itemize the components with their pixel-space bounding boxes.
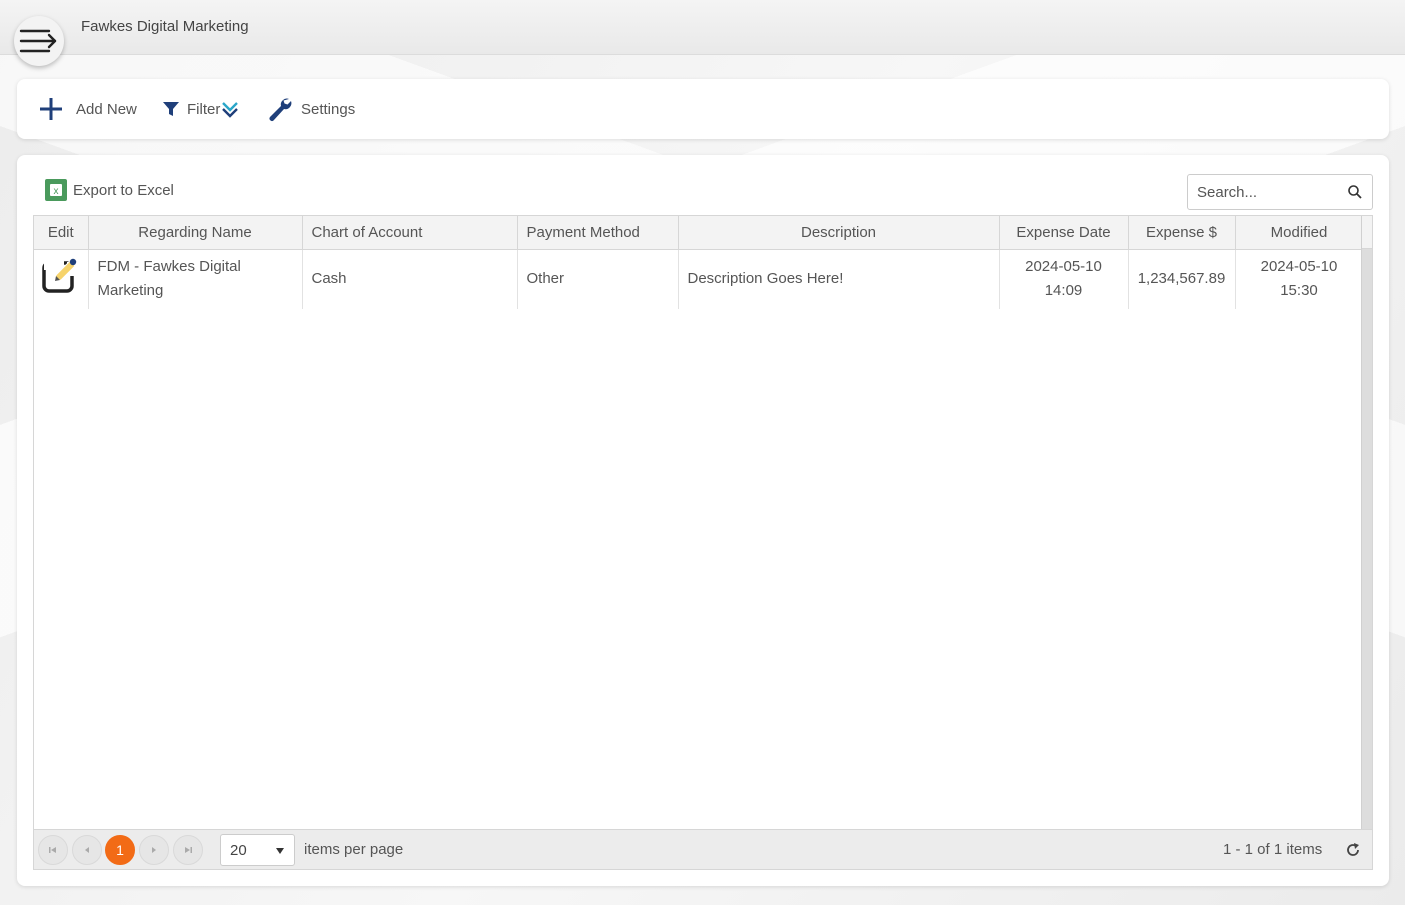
toolbar: Add New Filter Settings — [17, 79, 1389, 139]
cell-payment-method: Other — [517, 249, 679, 309]
last-page-button[interactable] — [173, 835, 203, 865]
first-page-icon — [49, 847, 56, 853]
grid-card: x Export to Excel Edit Regarding Name Ch… — [17, 155, 1389, 886]
settings-button[interactable]: Settings — [267, 79, 355, 139]
filter-label: Filter — [187, 100, 221, 118]
filter-button[interactable]: Filter — [161, 79, 240, 139]
page-1-button[interactable]: 1 — [105, 835, 135, 865]
menu-arrow-icon — [19, 29, 57, 53]
cell-regarding-name: FDM - Fawkes Digital Marketing — [88, 249, 303, 309]
search-icon[interactable] — [1347, 184, 1363, 200]
filter-icon — [163, 102, 179, 116]
chevron-down-icon — [276, 848, 284, 854]
export-to-excel-button[interactable]: x Export to Excel — [45, 179, 174, 201]
page-size-select[interactable]: 20 — [220, 834, 295, 866]
cell-description: Description Goes Here! — [678, 249, 1000, 309]
column-header-payment-method[interactable]: Payment Method — [517, 216, 679, 250]
cell-modified: 2024-05-10 15:30 — [1235, 249, 1364, 309]
search-input[interactable] — [1188, 175, 1338, 209]
menu-button[interactable] — [14, 16, 64, 66]
cell-expense: 1,234,567.89 — [1128, 249, 1236, 309]
column-header-chart-of-account[interactable]: Chart of Account — [302, 216, 518, 250]
top-bar: Fawkes Digital Marketing — [0, 0, 1405, 55]
vertical-scrollbar[interactable] — [1361, 216, 1372, 830]
settings-label: Settings — [301, 100, 356, 118]
search-box — [1187, 174, 1373, 210]
edit-icon[interactable] — [41, 256, 81, 294]
cell-expense-date: 2024-05-10 14:09 — [999, 249, 1129, 309]
pager: 1 20 items per page 1 - 1 of 1 items — [34, 829, 1372, 869]
edit-cell — [34, 249, 89, 309]
table-row[interactable]: FDM - Fawkes Digital Marketing Cash Othe… — [34, 249, 1364, 309]
column-header-regarding-name[interactable]: Regarding Name — [88, 216, 303, 250]
first-page-button[interactable] — [38, 835, 68, 865]
next-page-icon — [152, 847, 156, 853]
svg-text:x: x — [54, 186, 59, 197]
items-per-page-label: items per page — [304, 841, 404, 858]
previous-page-button[interactable] — [72, 835, 102, 865]
column-header-edit[interactable]: Edit — [34, 216, 89, 250]
plus-icon — [40, 98, 62, 120]
next-page-button[interactable] — [139, 835, 169, 865]
add-new-button[interactable]: Add New — [37, 79, 137, 139]
export-label: Export to Excel — [73, 181, 174, 199]
chevron-double-down-icon — [222, 102, 239, 118]
app-title: Fawkes Digital Marketing — [81, 18, 249, 35]
wrench-icon — [269, 98, 292, 121]
add-new-label: Add New — [76, 100, 137, 118]
expense-table: Edit Regarding Name Chart of Account Pay… — [34, 216, 1364, 309]
page-size-value: 20 — [230, 841, 247, 859]
last-page-icon — [185, 847, 192, 853]
current-page-number: 1 — [116, 842, 124, 858]
column-header-description[interactable]: Description — [678, 216, 1000, 250]
cell-chart-of-account: Cash — [302, 249, 518, 309]
pager-info: 1 - 1 of 1 items — [1223, 841, 1323, 858]
column-header-expense[interactable]: Expense $ — [1128, 216, 1236, 250]
table-header-row: Edit Regarding Name Chart of Account Pay… — [34, 216, 1364, 250]
expense-grid: Edit Regarding Name Chart of Account Pay… — [33, 215, 1373, 870]
column-header-modified[interactable]: Modified — [1235, 216, 1364, 250]
refresh-icon[interactable] — [1344, 841, 1362, 859]
column-header-expense-date[interactable]: Expense Date — [999, 216, 1129, 250]
previous-page-icon — [85, 847, 89, 853]
excel-icon: x — [45, 179, 67, 201]
